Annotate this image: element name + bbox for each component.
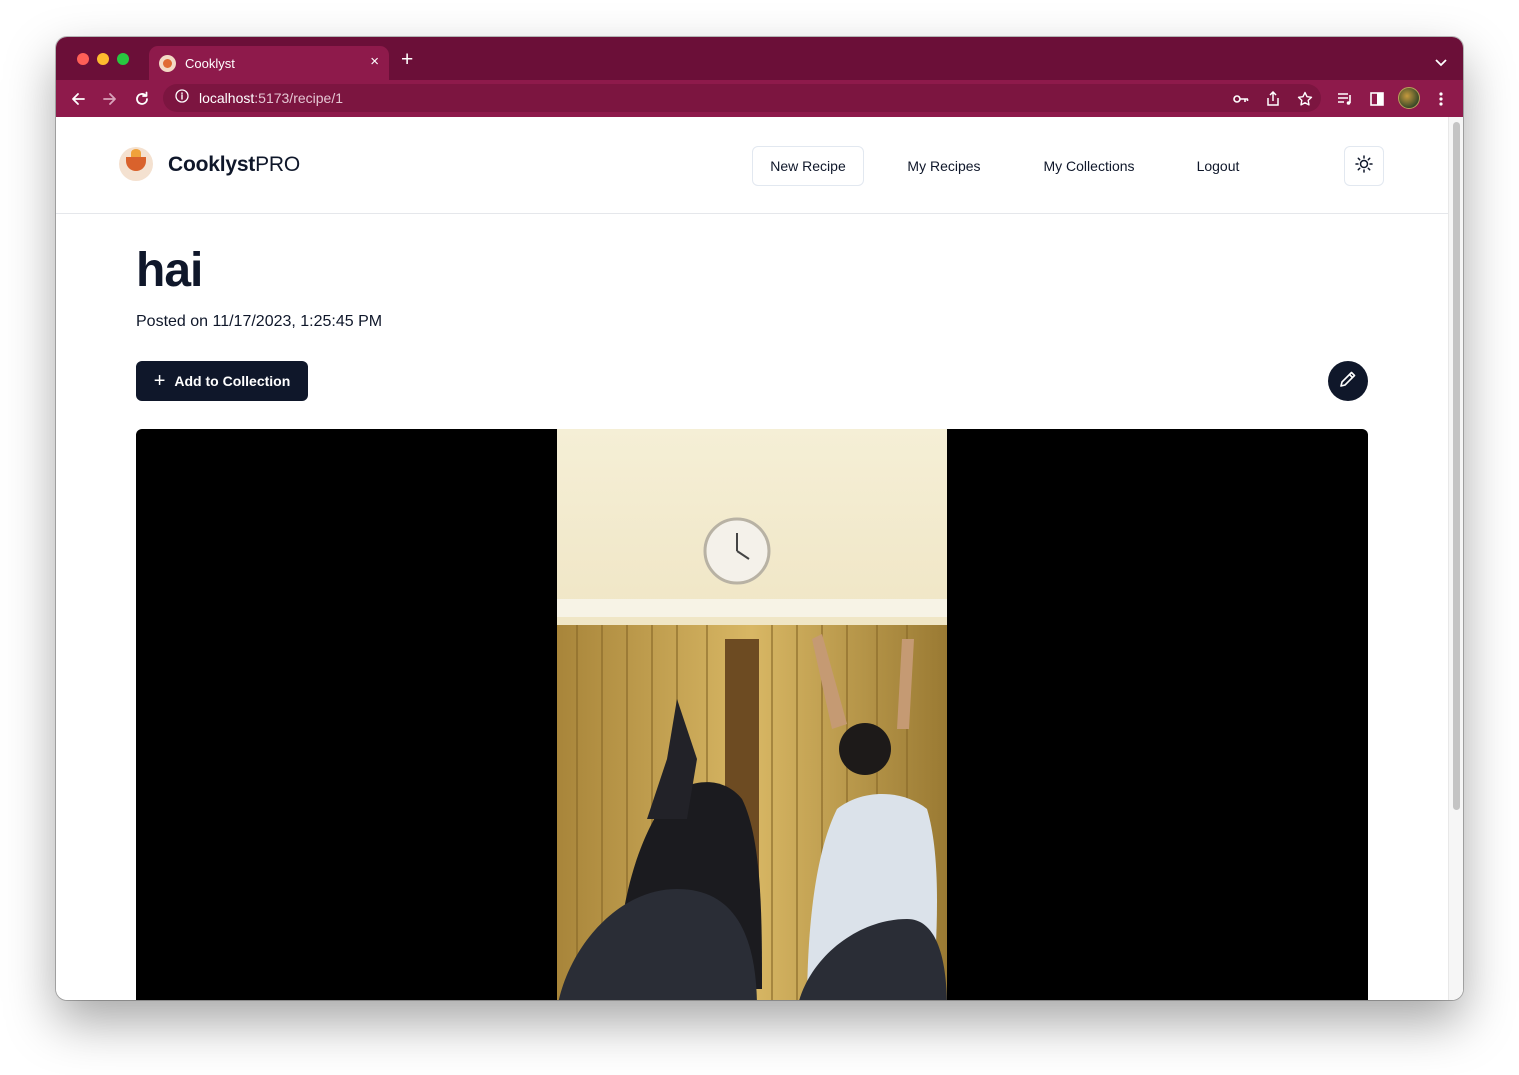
reload-icon[interactable] bbox=[132, 89, 152, 109]
address-bar[interactable]: localhost:5173/recipe/1 bbox=[163, 84, 1321, 112]
brand-name[interactable]: CooklystPRO bbox=[168, 153, 300, 177]
page-viewport: CooklystPRO New Recipe My Recipes My Col… bbox=[56, 117, 1463, 1000]
side-panel-icon[interactable] bbox=[1368, 90, 1386, 108]
tab-title: Cooklyst bbox=[185, 55, 235, 71]
tab-strip: Cooklyst × + bbox=[56, 37, 1463, 80]
maximize-window-button[interactable] bbox=[117, 53, 129, 65]
playlist-icon[interactable] bbox=[1336, 90, 1354, 108]
add-to-collection-button[interactable]: + Add to Collection bbox=[136, 361, 308, 401]
minimize-window-button[interactable] bbox=[97, 53, 109, 65]
browser-window: Cooklyst × + localhost:5173/recipe/1 Coo… bbox=[56, 37, 1463, 1000]
arrow-right-icon[interactable] bbox=[100, 89, 120, 109]
new-tab-button[interactable]: + bbox=[401, 49, 413, 70]
logout-link[interactable]: Logout bbox=[1184, 146, 1252, 186]
favicon-icon bbox=[159, 54, 176, 72]
cooklyst-logo[interactable] bbox=[119, 147, 153, 181]
plus-icon: + bbox=[153, 370, 166, 392]
info-icon[interactable] bbox=[175, 88, 189, 108]
close-window-button[interactable] bbox=[77, 53, 89, 65]
tab-search-chevron-icon[interactable] bbox=[1435, 54, 1447, 72]
my-collections-link[interactable]: My Collections bbox=[1026, 146, 1152, 186]
sun-icon bbox=[1355, 154, 1373, 178]
star-icon[interactable] bbox=[1296, 90, 1314, 108]
kebab-menu-icon[interactable] bbox=[1432, 90, 1450, 108]
posted-date: Posted on 11/17/2023, 1:25:45 PM bbox=[136, 313, 383, 330]
share-icon[interactable] bbox=[1264, 90, 1282, 108]
browser-tab[interactable]: Cooklyst × bbox=[149, 46, 389, 80]
video-still-image bbox=[557, 429, 947, 1000]
page-scrollbar[interactable] bbox=[1448, 117, 1463, 1000]
my-recipes-link[interactable]: My Recipes bbox=[892, 146, 996, 186]
recipe-title: hai bbox=[136, 244, 203, 297]
pencil-icon bbox=[1339, 370, 1357, 393]
site-header: CooklystPRO New Recipe My Recipes My Col… bbox=[56, 117, 1448, 214]
new-recipe-button[interactable]: New Recipe bbox=[752, 146, 864, 186]
browser-toolbar: localhost:5173/recipe/1 bbox=[56, 80, 1463, 117]
arrow-left-icon[interactable] bbox=[68, 89, 88, 109]
add-to-collection-label: Add to Collection bbox=[174, 373, 291, 389]
video-frame bbox=[557, 429, 947, 1000]
scrollbar-thumb[interactable] bbox=[1453, 122, 1460, 810]
theme-toggle-button[interactable] bbox=[1344, 146, 1384, 186]
edit-recipe-button[interactable] bbox=[1328, 361, 1368, 401]
key-icon[interactable] bbox=[1232, 90, 1250, 108]
profile-avatar[interactable] bbox=[1398, 87, 1420, 109]
recipe-video-player[interactable] bbox=[136, 429, 1368, 1000]
url-text: localhost:5173/recipe/1 bbox=[199, 90, 343, 106]
tab-close-icon[interactable]: × bbox=[370, 54, 379, 70]
